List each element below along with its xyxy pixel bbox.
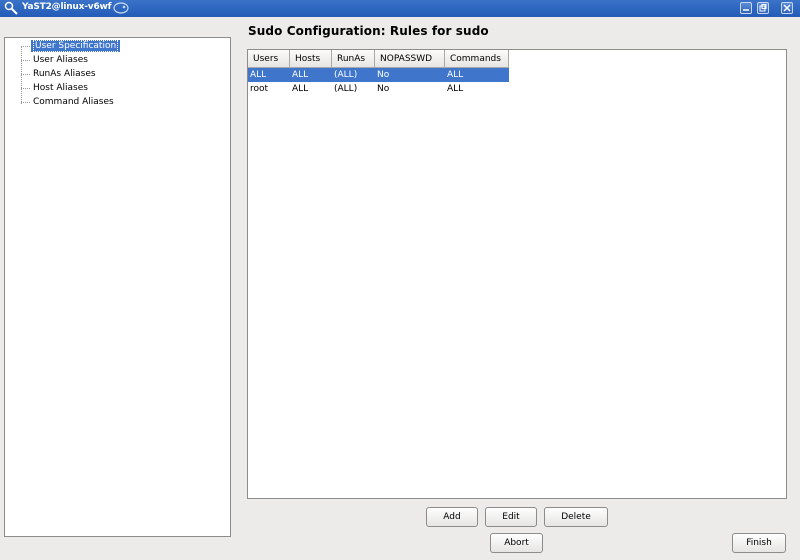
cell-nopasswd: No	[377, 84, 390, 94]
tree-connector	[21, 46, 30, 47]
tree-item-command-aliases[interactable]: Command Aliases	[31, 96, 116, 108]
cell-users: root	[250, 84, 269, 94]
tree-item-user-specification[interactable]: User Specification	[31, 40, 121, 52]
column-header-users[interactable]: Users	[248, 50, 290, 68]
table-row[interactable]: root ALL (ALL) No ALL	[248, 82, 509, 96]
cell-hosts: ALL	[292, 70, 309, 80]
navigation-tree[interactable]: User Specification User Aliases RunAs Al…	[4, 37, 231, 537]
minimize-button[interactable]	[740, 2, 752, 14]
window-title: YaST2@linux-v6wf	[22, 2, 112, 12]
cell-runas: (ALL)	[334, 84, 358, 94]
tree-connector	[21, 102, 30, 103]
tree-item-user-aliases[interactable]: User Aliases	[31, 54, 90, 66]
cell-hosts: ALL	[292, 84, 309, 94]
tree-connector	[21, 46, 22, 104]
yast-app-icon[interactable]	[4, 1, 18, 15]
tree-connector	[21, 74, 30, 75]
cell-users: ALL	[250, 70, 267, 80]
delete-button[interactable]: Delete	[544, 507, 608, 527]
rules-table[interactable]: Users Hosts RunAs NOPASSWD Commands ALL …	[247, 49, 787, 499]
cell-nopasswd: No	[377, 70, 390, 80]
page-title: Sudo Configuration: Rules for sudo	[248, 24, 489, 38]
edit-button[interactable]: Edit	[485, 507, 537, 527]
tree-connector	[21, 60, 30, 61]
tree-connector	[21, 88, 30, 89]
restore-button[interactable]	[757, 2, 769, 14]
tree-item-host-aliases[interactable]: Host Aliases	[31, 82, 90, 94]
geeko-icon	[112, 1, 130, 15]
cell-commands: ALL	[447, 70, 464, 80]
column-header-commands[interactable]: Commands	[445, 50, 509, 68]
tree-item-label: Command Aliases	[33, 97, 114, 107]
tree-item-label: User Specification	[33, 40, 119, 52]
tree-item-label: Host Aliases	[33, 83, 88, 93]
column-header-nopasswd[interactable]: NOPASSWD	[375, 50, 445, 68]
column-header-runas[interactable]: RunAs	[332, 50, 375, 68]
cell-commands: ALL	[447, 84, 464, 94]
finish-button[interactable]: Finish	[732, 533, 786, 553]
close-button[interactable]	[781, 2, 793, 14]
column-header-hosts[interactable]: Hosts	[290, 50, 332, 68]
tree-item-runas-aliases[interactable]: RunAs Aliases	[31, 68, 98, 80]
table-header: Users Hosts RunAs NOPASSWD Commands	[248, 50, 509, 68]
tree-item-label: RunAs Aliases	[33, 69, 96, 79]
abort-button[interactable]: Abort	[490, 533, 543, 553]
window-titlebar[interactable]: YaST2@linux-v6wf	[0, 0, 800, 17]
table-row[interactable]: ALL ALL (ALL) No ALL	[248, 68, 509, 82]
add-button[interactable]: Add	[426, 507, 478, 527]
cell-runas: (ALL)	[334, 70, 358, 80]
tree-item-label: User Aliases	[33, 55, 88, 65]
